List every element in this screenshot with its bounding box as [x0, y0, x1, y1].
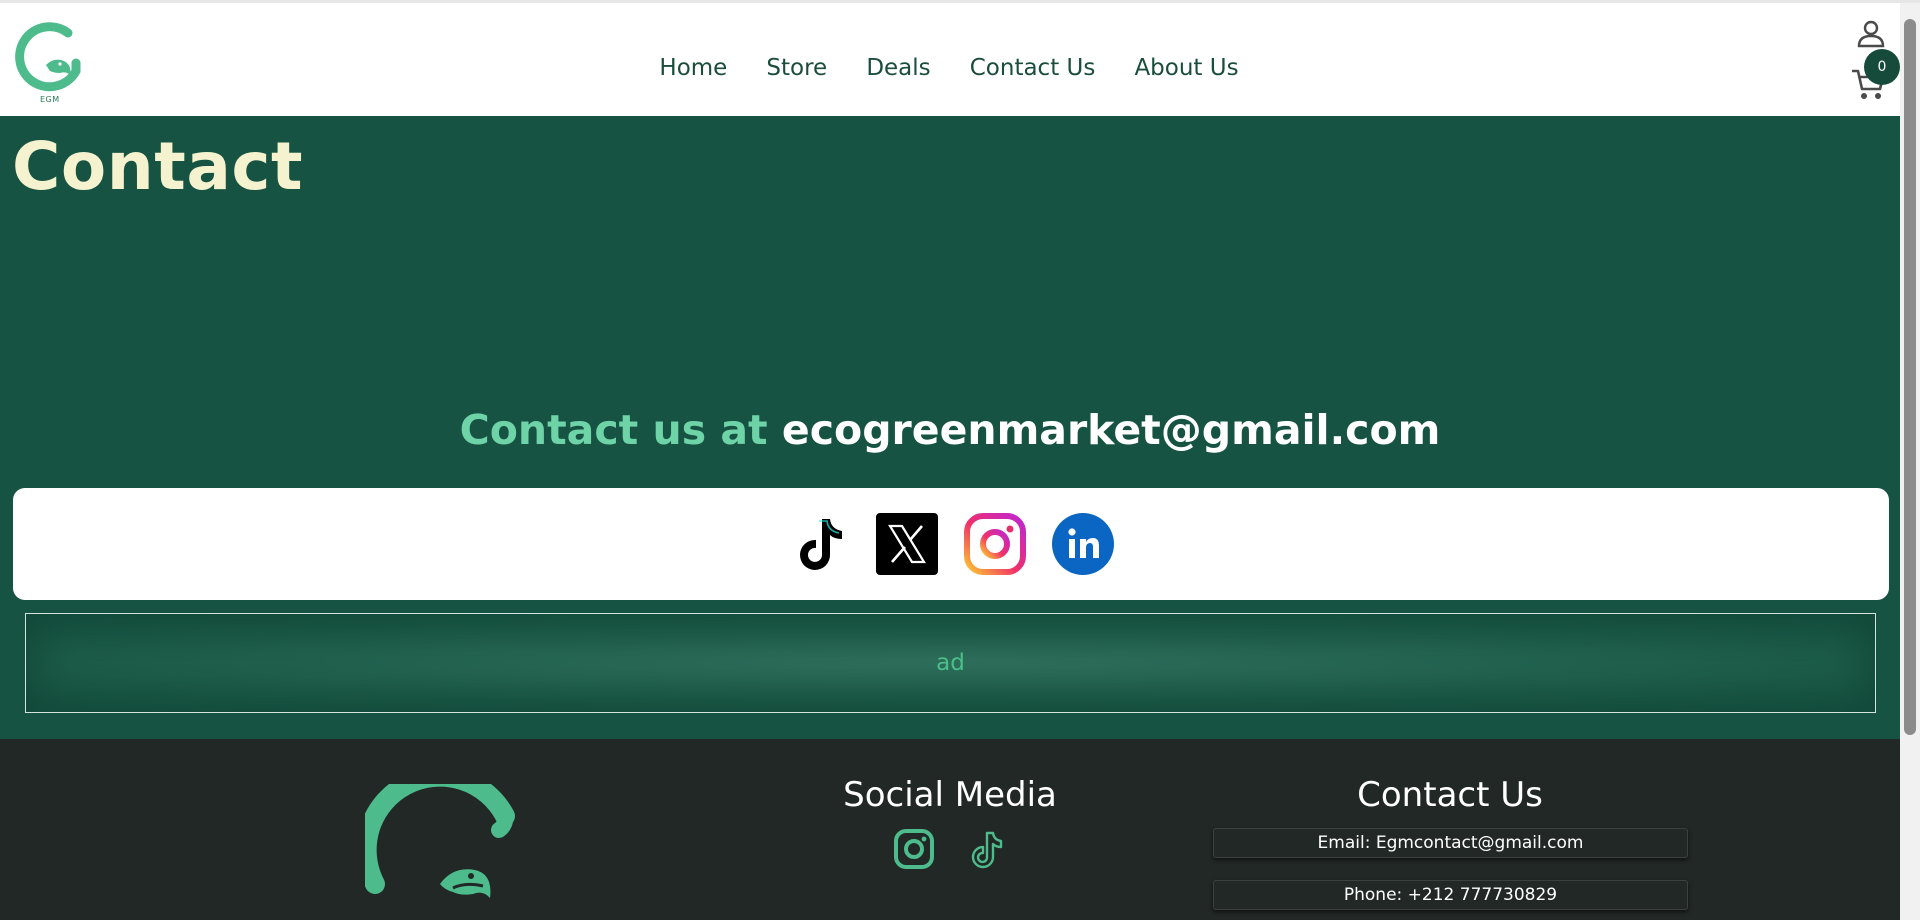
footer-contact-title: Contact Us	[1357, 775, 1543, 815]
site-footer: Social Media Contact Us Email: Egmcontac…	[0, 739, 1900, 920]
instagram-icon[interactable]	[964, 513, 1026, 575]
social-links-box	[13, 488, 1889, 600]
contact-section: Contact Contact us at ecogreenmarket@gma…	[0, 116, 1900, 739]
logo-caption: EGM	[40, 95, 60, 104]
nav-deals[interactable]: Deals	[866, 55, 930, 81]
footer-email[interactable]: Email: Egmcontact@gmail.com	[1213, 828, 1688, 858]
footer-social-links	[893, 828, 1007, 870]
footer-social-title: Social Media	[843, 775, 1057, 815]
nav-home[interactable]: Home	[659, 55, 727, 81]
main-nav: Home Store Deals Contact Us About Us	[0, 55, 1898, 81]
linkedin-icon[interactable]	[1052, 513, 1114, 575]
cart-count-badge: 0	[1864, 49, 1900, 85]
site-header: EGM Home Store Deals Contact Us About Us…	[0, 3, 1900, 116]
tiktok-icon[interactable]	[788, 513, 850, 575]
page-title: Contact	[12, 128, 304, 205]
contact-email-link[interactable]: ecogreenmarket@gmail.com	[782, 406, 1440, 454]
footer-phone[interactable]: Phone: +212 777730829	[1213, 880, 1688, 910]
footer-logo	[356, 766, 525, 920]
user-icon[interactable]	[1856, 19, 1886, 49]
nav-about-us[interactable]: About Us	[1134, 55, 1238, 81]
contact-line: Contact us at ecogreenmarket@gmail.com	[0, 406, 1900, 454]
nav-store[interactable]: Store	[766, 55, 827, 81]
scrollbar[interactable]	[1900, 3, 1920, 920]
nav-contact-us[interactable]: Contact Us	[970, 55, 1096, 81]
x-icon[interactable]	[876, 513, 938, 575]
footer-logo-g-icon	[356, 766, 515, 898]
ad-label: ad	[936, 650, 965, 676]
instagram-icon[interactable]	[893, 828, 935, 870]
tiktok-icon[interactable]	[965, 828, 1007, 870]
contact-prefix: Contact us at	[459, 406, 782, 454]
ad-banner[interactable]: ad	[25, 613, 1876, 713]
scrollbar-thumb[interactable]	[1904, 19, 1916, 735]
